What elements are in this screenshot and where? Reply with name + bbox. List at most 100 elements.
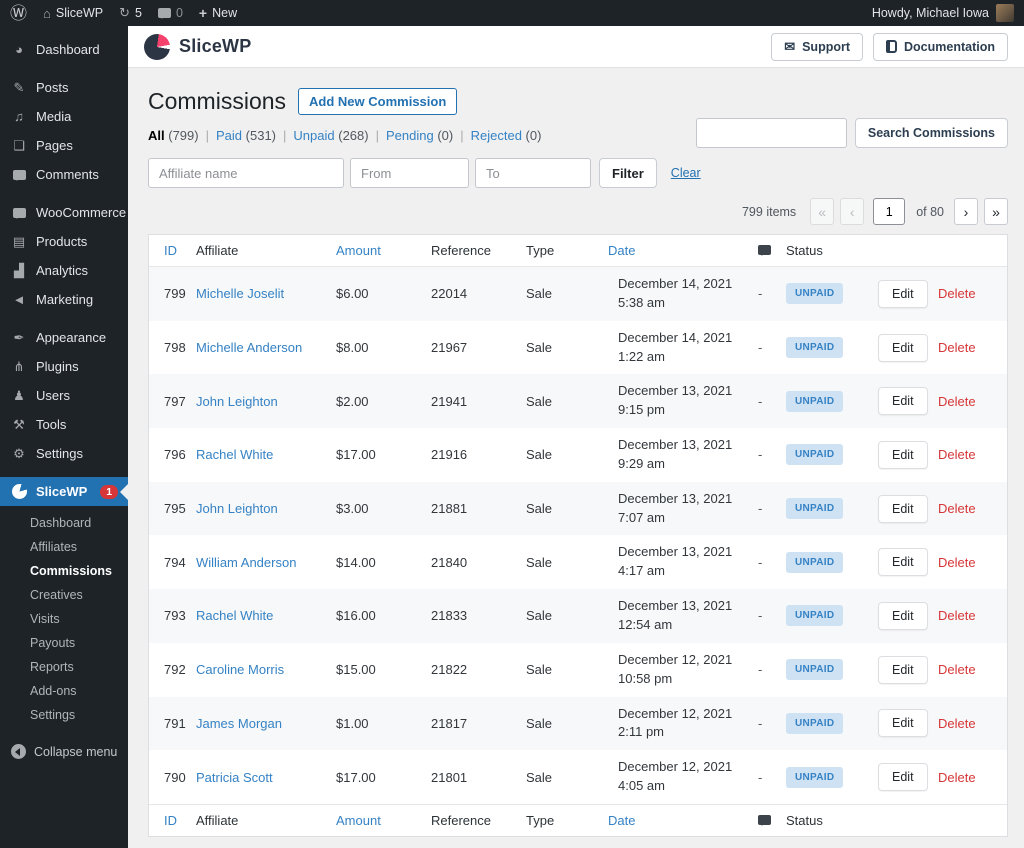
affiliate-link[interactable]: William Anderson — [196, 555, 296, 570]
title-row: Commissions Add New Commission — [148, 88, 1008, 115]
submenu-item-reports[interactable]: Reports — [0, 655, 128, 679]
edit-button[interactable]: Edit — [878, 280, 928, 308]
affiliate-link[interactable]: Michelle Joselit — [196, 286, 284, 301]
delete-link[interactable]: Delete — [938, 501, 976, 516]
cell-edit: Edit — [878, 441, 938, 469]
edit-button[interactable]: Edit — [878, 495, 928, 523]
site-menu[interactable]: ⌂ SliceWP — [43, 6, 103, 21]
sidebar-item-dashboard[interactable]: ◕Dashboard — [0, 35, 128, 64]
new-content-menu[interactable]: + New — [199, 5, 237, 21]
comments-menu[interactable]: 0 — [158, 6, 183, 20]
affiliate-link[interactable]: Caroline Morris — [196, 662, 284, 677]
sidebar-item-marketing[interactable]: ◄Marketing — [0, 285, 128, 314]
search-input[interactable] — [696, 118, 847, 148]
sidebar-item-analytics[interactable]: ▟Analytics — [0, 256, 128, 285]
affiliate-link[interactable]: Rachel White — [196, 608, 273, 623]
submenu-item-affiliates[interactable]: Affiliates — [0, 535, 128, 559]
view-filter-rejected[interactable]: Rejected (0) — [471, 128, 542, 143]
submenu-item-payouts[interactable]: Payouts — [0, 631, 128, 655]
delete-link[interactable]: Delete — [938, 555, 976, 570]
delete-link[interactable]: Delete — [938, 286, 976, 301]
submenu-item-dashboard[interactable]: Dashboard — [0, 511, 128, 535]
add-new-commission-button[interactable]: Add New Commission — [298, 88, 457, 115]
table-row: 792 Caroline Morris $15.00 21822 Sale De… — [149, 643, 1007, 697]
edit-button[interactable]: Edit — [878, 763, 928, 791]
book-icon — [886, 40, 897, 53]
cell-reference: 21840 — [431, 555, 526, 570]
cell-date: December 13, 2021 12:54 am — [608, 589, 758, 643]
delete-link[interactable]: Delete — [938, 447, 976, 462]
current-page-input[interactable] — [873, 198, 905, 225]
howdy-account-menu[interactable]: Howdy, Michael Iowa — [872, 6, 989, 20]
delete-link[interactable]: Delete — [938, 340, 976, 355]
last-page-button[interactable]: » — [984, 198, 1008, 225]
sidebar-item-comments[interactable]: Comments — [0, 160, 128, 189]
support-button[interactable]: ✉ Support — [771, 33, 863, 61]
edit-button[interactable]: Edit — [878, 656, 928, 684]
cell-edit: Edit — [878, 548, 938, 576]
status-badge: UNPAID — [786, 498, 843, 519]
sidebar-item-plugins[interactable]: ⋔Plugins — [0, 352, 128, 381]
next-page-button[interactable]: › — [954, 198, 978, 225]
submenu-item-settings[interactable]: Settings — [0, 703, 128, 727]
submenu-item-commissions[interactable]: Commissions — [0, 559, 128, 583]
search-commissions-button[interactable]: Search Commissions — [855, 118, 1008, 148]
clear-filters-link[interactable]: Clear — [671, 166, 701, 180]
delete-link[interactable]: Delete — [938, 608, 976, 623]
column-footer-id[interactable]: ID — [149, 813, 196, 828]
collapse-menu-button[interactable]: Collapse menu — [0, 738, 128, 765]
affiliate-link[interactable]: John Leighton — [196, 394, 278, 409]
view-filter-unpaid[interactable]: Unpaid (268) — [293, 128, 368, 143]
edit-button[interactable]: Edit — [878, 441, 928, 469]
sidebar-item-slicewp[interactable]: SliceWP1 — [0, 477, 128, 506]
column-footer-date[interactable]: Date — [608, 813, 758, 828]
column-footer-amount[interactable]: Amount — [336, 813, 431, 828]
edit-button[interactable]: Edit — [878, 602, 928, 630]
edit-button[interactable]: Edit — [878, 387, 928, 415]
column-header-amount[interactable]: Amount — [336, 243, 431, 258]
prev-page-button[interactable]: ‹ — [840, 198, 864, 225]
affiliate-name-input[interactable] — [148, 158, 344, 188]
cell-date: December 13, 2021 7:07 am — [608, 482, 758, 536]
sidebar-item-users[interactable]: ♟Users — [0, 381, 128, 410]
edit-button[interactable]: Edit — [878, 709, 928, 737]
sidebar-item-posts[interactable]: ✎Posts — [0, 73, 128, 102]
edit-button[interactable]: Edit — [878, 334, 928, 362]
affiliate-link[interactable]: James Morgan — [196, 716, 282, 731]
edit-button[interactable]: Edit — [878, 548, 928, 576]
sidebar-item-settings[interactable]: ⚙Settings — [0, 439, 128, 468]
column-header-date[interactable]: Date — [608, 243, 758, 258]
submenu-item-add-ons[interactable]: Add-ons — [0, 679, 128, 703]
sidebar-item-products[interactable]: ▤Products — [0, 227, 128, 256]
delete-link[interactable]: Delete — [938, 716, 976, 731]
date-from-input[interactable] — [350, 158, 469, 188]
affiliate-link[interactable]: John Leighton — [196, 501, 278, 516]
affiliate-link[interactable]: Patricia Scott — [196, 770, 273, 785]
delete-link[interactable]: Delete — [938, 662, 976, 677]
affiliate-link[interactable]: Rachel White — [196, 447, 273, 462]
submenu-item-creatives[interactable]: Creatives — [0, 583, 128, 607]
column-header-id[interactable]: ID — [149, 243, 196, 258]
sidebar-item-woocommerce[interactable]: WooCommerce — [0, 198, 128, 227]
updates-menu[interactable]: ↻ 5 — [119, 5, 142, 21]
delete-link[interactable]: Delete — [938, 770, 976, 785]
sidebar-item-pages[interactable]: ❏Pages — [0, 131, 128, 160]
filter-button[interactable]: Filter — [599, 158, 657, 188]
wordpress-menu[interactable]: Ⓦ — [10, 5, 27, 22]
sidebar-item-media[interactable]: ♫Media — [0, 102, 128, 131]
brush-icon: ✒ — [11, 331, 27, 344]
date-to-input[interactable] — [475, 158, 591, 188]
view-filter-pending[interactable]: Pending (0) — [386, 128, 453, 143]
documentation-button[interactable]: Documentation — [873, 33, 1008, 61]
sidebar-item-label: Tools — [36, 417, 66, 432]
view-filter-all[interactable]: All (799) — [148, 128, 199, 143]
sidebar-item-appearance[interactable]: ✒Appearance — [0, 323, 128, 352]
delete-link[interactable]: Delete — [938, 394, 976, 409]
sidebar-item-tools[interactable]: ⚒Tools — [0, 410, 128, 439]
affiliate-link[interactable]: Michelle Anderson — [196, 340, 302, 355]
cell-amount: $17.00 — [336, 447, 431, 462]
first-page-button[interactable]: « — [810, 198, 834, 225]
submenu-item-visits[interactable]: Visits — [0, 607, 128, 631]
view-filter-paid[interactable]: Paid (531) — [216, 128, 276, 143]
site-name: SliceWP — [56, 6, 103, 20]
